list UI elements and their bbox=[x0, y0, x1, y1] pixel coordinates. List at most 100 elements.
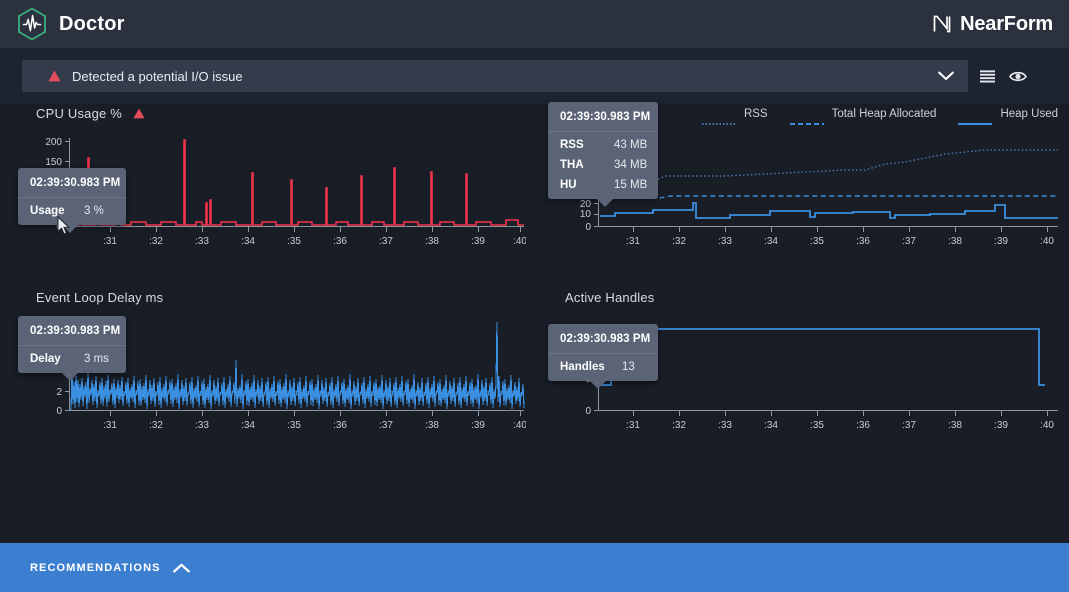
tooltip-value: 43 MB bbox=[614, 139, 647, 151]
svg-text::32: :32 bbox=[149, 236, 163, 247]
nearform-n-icon bbox=[932, 14, 952, 34]
mouse-cursor bbox=[57, 216, 70, 235]
svg-text::36: :36 bbox=[333, 420, 347, 431]
svg-text::37: :37 bbox=[902, 236, 916, 247]
svg-text::33: :33 bbox=[718, 236, 732, 247]
svg-text::40: :40 bbox=[513, 420, 526, 431]
tooltip-row: Handles 13 bbox=[548, 357, 658, 377]
recommendations-bar[interactable]: RECOMMENDATIONS bbox=[0, 543, 1069, 592]
eye-icon[interactable] bbox=[1009, 70, 1027, 83]
svg-text:200: 200 bbox=[45, 137, 62, 148]
legend-swatch-dotted bbox=[702, 113, 736, 115]
svg-text::34: :34 bbox=[764, 236, 778, 247]
recommendations-label: RECOMMENDATIONS bbox=[30, 562, 161, 574]
svg-text::32: :32 bbox=[672, 236, 686, 247]
svg-text:0: 0 bbox=[56, 406, 62, 417]
warning-triangle-icon bbox=[22, 70, 61, 82]
svg-text:0: 0 bbox=[585, 222, 591, 233]
legend-item-total-heap-allocated: Total Heap Allocated bbox=[790, 108, 937, 120]
chart-title-handles: Active Handles bbox=[565, 290, 655, 305]
pulse-hexagon-icon bbox=[16, 7, 48, 41]
app-title: Doctor bbox=[59, 13, 125, 36]
svg-text::33: :33 bbox=[718, 420, 732, 431]
svg-text::36: :36 bbox=[333, 236, 347, 247]
svg-text::40: :40 bbox=[1040, 420, 1054, 431]
tooltip-row: RSS 43 MB bbox=[548, 135, 658, 155]
tooltip-arrow bbox=[62, 373, 78, 381]
tooltip-delay-time: 02:39:30.983 PM bbox=[18, 316, 126, 346]
svg-text::39: :39 bbox=[471, 420, 485, 431]
tooltip-value: 13 bbox=[622, 361, 635, 373]
tooltip-memory-rows: RSS 43 MB THA 34 MB HU 15 MB bbox=[548, 132, 658, 199]
svg-text::31: :31 bbox=[626, 420, 640, 431]
legend-item-heap-used: Heap Used bbox=[958, 108, 1058, 120]
svg-text::35: :35 bbox=[810, 420, 824, 431]
svg-text::32: :32 bbox=[149, 420, 163, 431]
tooltip-memory: 02:39:30.983 PM RSS 43 MB THA 34 MB HU 1… bbox=[548, 102, 658, 199]
svg-text::33: :33 bbox=[195, 236, 209, 247]
tooltip-handles-rows: Handles 13 bbox=[548, 354, 658, 381]
chart-title-cpu-text: CPU Usage % bbox=[36, 106, 122, 121]
tooltip-cpu-time: 02:39:30.983 PM bbox=[18, 168, 126, 198]
svg-text:0: 0 bbox=[585, 406, 591, 417]
legend-memory: RSS Total Heap Allocated bbox=[702, 108, 1058, 120]
svg-text::36: :36 bbox=[856, 236, 870, 247]
tooltip-row: Delay 3 ms bbox=[18, 349, 126, 369]
alert-banner[interactable]: Detected a potential I/O issue bbox=[22, 60, 968, 92]
svg-text::34: :34 bbox=[764, 420, 778, 431]
tooltip-value: 15 MB bbox=[614, 179, 647, 191]
svg-text:10: 10 bbox=[580, 209, 592, 220]
svg-text::35: :35 bbox=[287, 420, 301, 431]
svg-text::37: :37 bbox=[379, 420, 393, 431]
tooltip-value: 3 ms bbox=[84, 353, 109, 365]
chevron-up-icon[interactable] bbox=[161, 563, 190, 573]
svg-text::32: :32 bbox=[672, 420, 686, 431]
tooltip-handles: 02:39:30.983 PM Handles 13 bbox=[548, 324, 658, 381]
tooltip-key: HU bbox=[560, 179, 604, 191]
tooltip-value: 34 MB bbox=[614, 159, 647, 171]
tooltip-key: RSS bbox=[560, 139, 604, 151]
svg-text::31: :31 bbox=[103, 420, 117, 431]
tooltip-value: 3 % bbox=[84, 205, 104, 217]
svg-text::37: :37 bbox=[379, 236, 393, 247]
legend-label-total-heap-allocated: Total Heap Allocated bbox=[832, 108, 937, 120]
tooltip-delay-rows: Delay 3 ms bbox=[18, 346, 126, 373]
svg-text::34: :34 bbox=[241, 236, 255, 247]
list-icon[interactable] bbox=[980, 70, 995, 83]
alert-message: Detected a potential I/O issue bbox=[72, 69, 243, 84]
svg-text::38: :38 bbox=[425, 236, 439, 247]
tooltip-row: HU 15 MB bbox=[548, 175, 658, 195]
svg-text::35: :35 bbox=[287, 236, 301, 247]
alert-row: Detected a potential I/O issue bbox=[0, 48, 1069, 104]
legend-item-rss: RSS bbox=[702, 108, 768, 120]
legend-swatch-solid bbox=[958, 113, 992, 115]
svg-text::36: :36 bbox=[856, 420, 870, 431]
tooltip-key: THA bbox=[560, 159, 604, 171]
app-header: Doctor NearForm bbox=[0, 0, 1069, 48]
tooltip-arrow bbox=[597, 199, 613, 207]
brand-left: Doctor bbox=[0, 7, 125, 41]
tooltip-cpu-rows: Usage 3 % bbox=[18, 198, 126, 225]
svg-text::38: :38 bbox=[948, 420, 962, 431]
tooltip-key: Delay bbox=[30, 353, 74, 365]
svg-text::35: :35 bbox=[810, 236, 824, 247]
svg-text::39: :39 bbox=[994, 236, 1008, 247]
tooltip-arrow bbox=[590, 381, 606, 389]
svg-text::40: :40 bbox=[1040, 236, 1054, 247]
tooltip-key: Handles bbox=[560, 361, 612, 373]
svg-text::39: :39 bbox=[471, 236, 485, 247]
svg-text::37: :37 bbox=[902, 420, 916, 431]
svg-text::31: :31 bbox=[626, 236, 640, 247]
charts-area: CPU Usage % 200 150 100 0 bbox=[0, 104, 1069, 534]
legend-label-heap-used: Heap Used bbox=[1000, 108, 1058, 120]
tooltip-row: Usage 3 % bbox=[18, 201, 126, 221]
tooltip-handles-time: 02:39:30.983 PM bbox=[548, 324, 658, 354]
brand-logo: NearForm bbox=[932, 13, 1069, 36]
tooltip-memory-time: 02:39:30.983 PM bbox=[548, 102, 658, 132]
svg-text:2: 2 bbox=[56, 387, 62, 398]
doctor-dashboard: Doctor NearForm Detected a potential I/O… bbox=[0, 0, 1069, 592]
tooltip-delay: 02:39:30.983 PM Delay 3 ms bbox=[18, 316, 126, 373]
svg-text::38: :38 bbox=[948, 236, 962, 247]
svg-text::40: :40 bbox=[513, 236, 526, 247]
svg-text::38: :38 bbox=[425, 420, 439, 431]
